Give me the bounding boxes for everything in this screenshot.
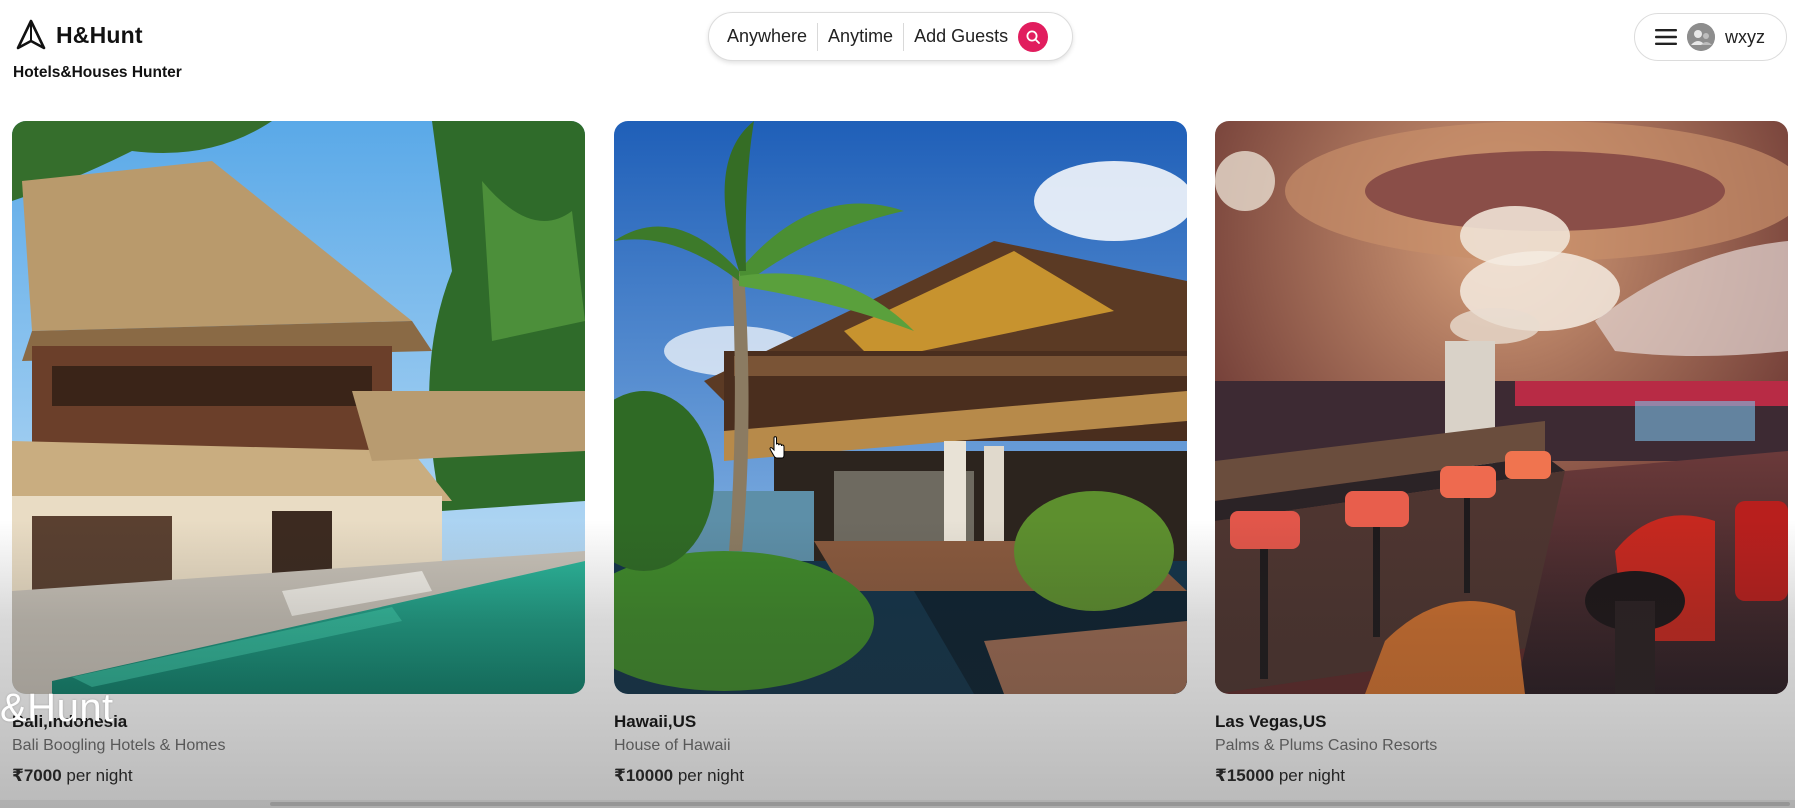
divider <box>903 22 905 51</box>
logo[interactable]: H&Hunt <box>14 18 143 52</box>
listing-location: Las Vegas,US <box>1215 712 1327 731</box>
price-suffix: per night <box>66 766 133 785</box>
search-icon <box>1026 30 1041 44</box>
anywhere-button[interactable]: Anywhere <box>727 26 807 47</box>
anytime-button[interactable]: Anytime <box>828 26 893 47</box>
tagline: Hotels&Houses Hunter <box>13 64 182 81</box>
listing-location: Hawaii,US <box>614 712 697 731</box>
price-suffix: per night <box>677 766 745 785</box>
price-suffix: per night <box>1278 766 1346 785</box>
username: wxyz <box>1725 26 1765 47</box>
hamburger-icon <box>1655 29 1677 45</box>
listing-price: ₹10000 per night <box>614 766 744 786</box>
mouse-cursor-icon <box>769 436 785 459</box>
search-button[interactable] <box>1018 21 1049 52</box>
listing-image[interactable] <box>1215 121 1788 694</box>
logo-text: H&Hunt <box>56 21 143 48</box>
listing-price: ₹7000 per night <box>12 766 133 786</box>
listing-price: ₹15000 per night <box>1215 766 1345 786</box>
user-avatar-icon <box>1687 23 1715 51</box>
add-guests-button[interactable]: Add Guests <box>914 26 1008 47</box>
price-value: ₹7000 <box>12 766 62 785</box>
listing-name: Palms & Plums Casino Resorts <box>1215 737 1438 754</box>
overlay-brand-text: &Hunt <box>0 686 114 730</box>
listing-name: House of Hawaii <box>614 737 731 754</box>
listing-card-hawaii[interactable] <box>614 121 1187 694</box>
divider <box>817 22 819 51</box>
listing-card-bali[interactable] <box>12 121 585 694</box>
price-value: ₹10000 <box>614 766 674 785</box>
listing-image[interactable] <box>614 121 1187 694</box>
listing-name: Bali Boogling Hotels & Homes <box>12 737 226 754</box>
listing-image[interactable] <box>12 121 585 694</box>
scrollbar-thumb[interactable] <box>270 802 1790 806</box>
listing-card-las-vegas[interactable] <box>1215 121 1788 694</box>
logo-icon <box>16 19 46 50</box>
search-bar[interactable]: Anywhere Anytime Add Guests <box>708 12 1073 61</box>
price-value: ₹15000 <box>1215 766 1275 785</box>
user-menu-button[interactable]: wxyz <box>1634 13 1787 61</box>
